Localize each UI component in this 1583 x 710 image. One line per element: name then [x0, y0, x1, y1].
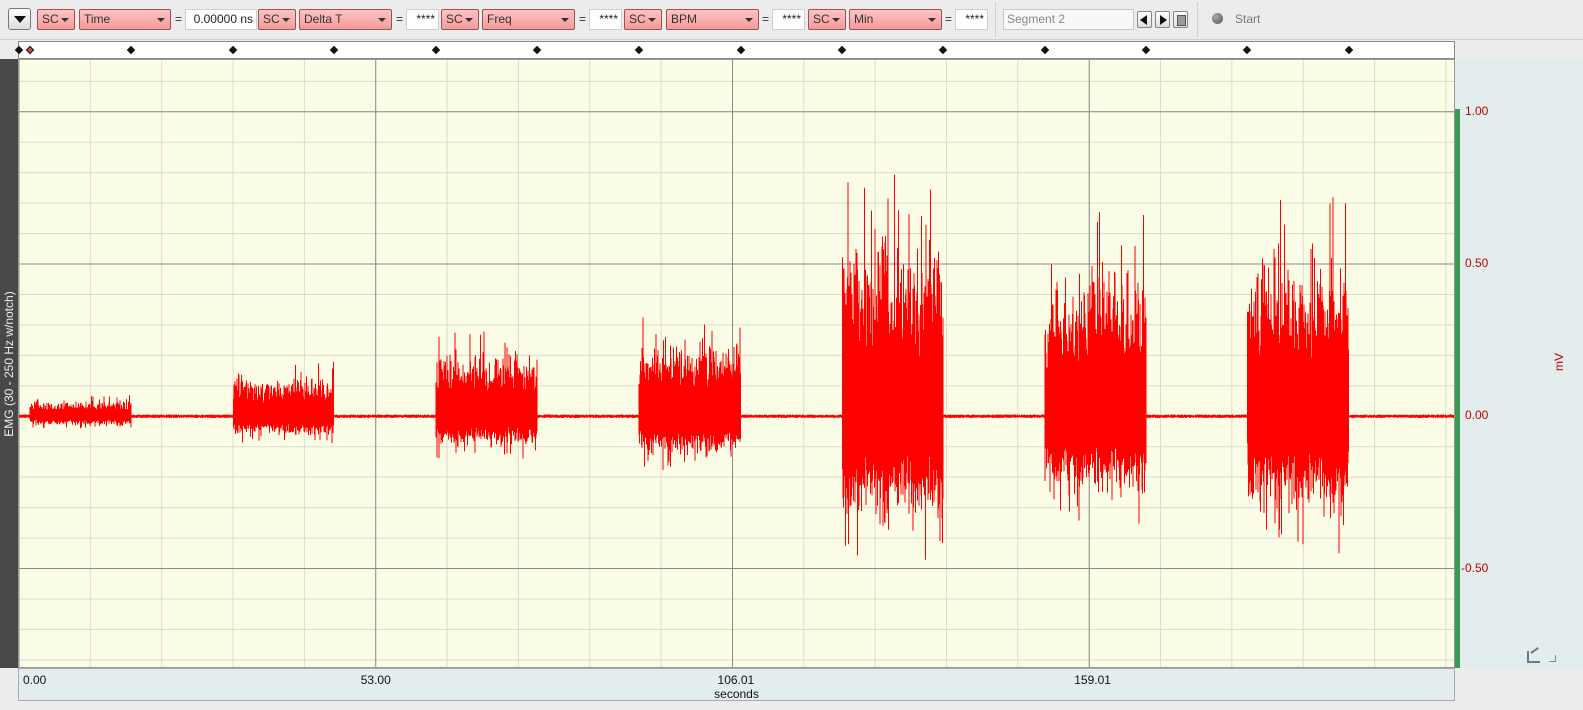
x-axis-unit: seconds: [714, 687, 759, 701]
next-segment-icon[interactable]: [1155, 11, 1170, 28]
measurement-value-2: ****: [406, 9, 439, 30]
equals-sign: =: [579, 12, 587, 26]
event-marker[interactable]: [14, 45, 24, 55]
x-tick-label: 0.00: [23, 673, 47, 687]
x-tick-label: 106.01: [717, 673, 755, 687]
channel-select-3[interactable]: SC: [441, 9, 479, 30]
channel-label: EMG (30 - 250 Hz w/notch): [2, 290, 16, 437]
segment-input[interactable]: Segment 2: [1003, 9, 1134, 30]
y-tick-label: -0.50: [1461, 560, 1489, 575]
channel-select-2[interactable]: SC: [258, 9, 296, 30]
measurement-value-5: ****: [955, 9, 988, 30]
waveform-svg: [19, 60, 1454, 667]
y-scale-bar: [1455, 109, 1460, 668]
resize-grip-icon[interactable]: [1549, 655, 1556, 662]
measurement-value-4: ****: [772, 9, 805, 30]
measurement-type-select-3[interactable]: Freq: [482, 9, 575, 30]
equals-sign: =: [762, 12, 770, 26]
event-marker[interactable]: [837, 45, 847, 55]
event-marker[interactable]: [634, 45, 644, 55]
y-axis-unit: mV: [1552, 353, 1566, 371]
channel-select-5[interactable]: SC: [808, 9, 846, 30]
x-tick-label: 53.00: [360, 673, 391, 687]
event-marker[interactable]: [127, 45, 136, 55]
channel-select-4[interactable]: SC: [624, 9, 662, 30]
measurement-value-1: 0.00000 ns: [185, 9, 257, 30]
record-icon[interactable]: [1212, 13, 1223, 24]
event-marker[interactable]: [1142, 45, 1151, 55]
event-marker[interactable]: [938, 45, 948, 55]
start-button[interactable]: Start: [1235, 12, 1260, 26]
measurement-type-select-5[interactable]: Min: [849, 9, 942, 30]
prev-segment-icon[interactable]: [1137, 11, 1152, 28]
event-marker[interactable]: [329, 45, 339, 55]
autoscale-icon[interactable]: [1527, 651, 1540, 663]
menu-arrow-icon[interactable]: [8, 8, 31, 30]
event-marker-strip[interactable]: [14, 41, 1455, 59]
event-marker[interactable]: [1344, 45, 1354, 55]
event-marker[interactable]: [228, 45, 238, 55]
x-tick-label: 159.01: [1074, 673, 1111, 687]
emg-waveform: [19, 174, 1454, 560]
waveform-plot[interactable]: [18, 59, 1455, 668]
channel-label-panel[interactable]: EMG (30 - 250 Hz w/notch): [0, 59, 18, 668]
equals-sign: =: [396, 12, 404, 26]
event-marker[interactable]: [736, 45, 745, 55]
equals-sign: =: [945, 12, 953, 26]
event-marker[interactable]: [431, 45, 440, 55]
measurement-type-select-2[interactable]: Delta T: [299, 9, 392, 30]
measurement-type-select-4[interactable]: BPM: [666, 9, 759, 30]
measurement-type-select-1[interactable]: Time: [79, 9, 171, 30]
event-marker[interactable]: [1040, 45, 1049, 55]
event-marker[interactable]: [1243, 45, 1252, 55]
x-axis[interactable]: seconds 0.00 53.00 106.01 159.01: [18, 668, 1455, 701]
measurement-value-3: ****: [589, 9, 622, 30]
toolbar-separator: [1197, 3, 1199, 37]
toolbar-separator: [995, 3, 997, 37]
event-marker[interactable]: [25, 45, 35, 55]
y-tick-label: 0.00: [1465, 408, 1489, 423]
toolbar: SC Time = 0.00000 ns SC Delta T = **** S…: [0, 0, 1583, 40]
last-segment-icon[interactable]: [1173, 11, 1188, 28]
channel-select-1[interactable]: SC: [37, 9, 75, 30]
y-tick-label: 0.50: [1465, 256, 1489, 270]
equals-sign: =: [175, 12, 183, 26]
y-tick-label: 1.00: [1465, 103, 1489, 118]
event-marker[interactable]: [533, 45, 542, 55]
